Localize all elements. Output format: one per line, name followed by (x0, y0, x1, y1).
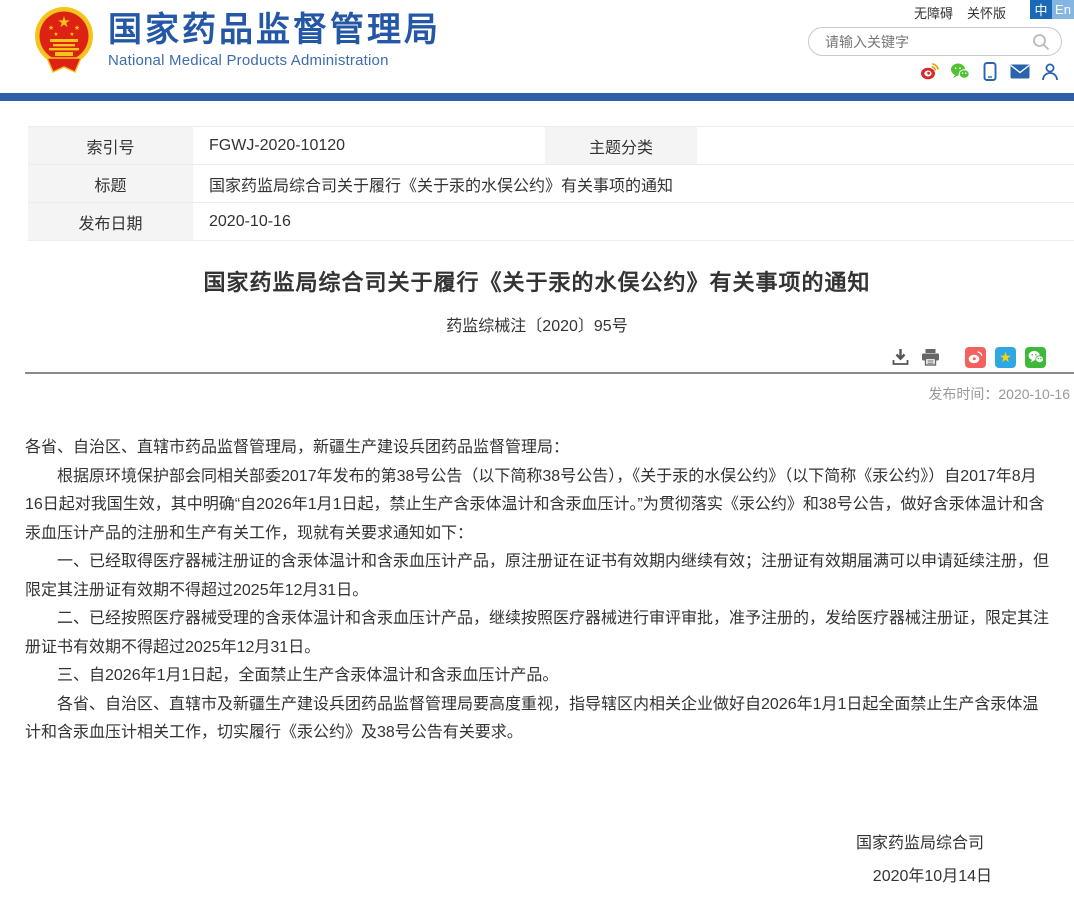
meta-value-index: FGWJ-2020-10120 (193, 127, 545, 165)
content-divider (25, 372, 1074, 374)
article-paragraph: 三、自2026年1月1日起，全面禁止生产含汞体温计和含汞血压计产品。 (25, 662, 1049, 691)
meta-label-topic: 主题分类 (545, 127, 697, 165)
meta-label-date: 发布日期 (28, 203, 193, 241)
search-input[interactable] (825, 34, 1031, 50)
mail-icon[interactable] (1010, 61, 1030, 81)
svg-text:★: ★ (53, 31, 58, 38)
table-row: 标题 国家药监局综合司关于履行《关于汞的水俣公约》有关事项的通知 (28, 165, 1074, 203)
signature-department: 国家药监局综合司 (0, 828, 1074, 860)
article-paragraph: 根据原环境保护部会同相关部委2017年发布的第38号公告（以下简称38号公告），… (25, 463, 1049, 549)
weibo-icon[interactable] (920, 61, 940, 81)
svg-text:★: ★ (74, 24, 80, 32)
brand: 国家药品监督管理局 National Medical Products Admi… (108, 11, 441, 69)
national-emblem-logo: ★ ★ ★ ★ ★ (33, 6, 95, 76)
wechat-icon[interactable] (950, 61, 970, 81)
user-icon[interactable] (1040, 61, 1060, 81)
meta-value-title: 国家药监局综合司关于履行《关于汞的水俣公约》有关事项的通知 (193, 165, 1074, 203)
download-icon[interactable] (890, 347, 911, 368)
top-utility-links: 无障碍 关怀版 中 En (914, 0, 1074, 22)
mobile-icon[interactable] (980, 61, 1000, 81)
header-divider-bar (0, 93, 1074, 101)
print-icon[interactable] (920, 347, 941, 368)
share-wechat-icon[interactable] (1025, 347, 1046, 368)
svg-text:★: ★ (69, 31, 74, 38)
document-meta-table: 索引号 FGWJ-2020-10120 主题分类 标题 国家药监局综合司关于履行… (28, 126, 1074, 241)
publish-time: 发布时间：2020-10-16 (0, 384, 1070, 404)
site-subtitle: National Medical Products Administration (108, 52, 441, 69)
publish-time-value: 2020-10-16 (998, 386, 1070, 402)
header-social-icons (920, 61, 1060, 81)
lang-zh-button[interactable]: 中 (1030, 0, 1052, 19)
share-qzone-icon[interactable]: ★ (995, 347, 1016, 368)
table-row: 发布日期 2020-10-16 (28, 203, 1074, 241)
article-salutation: 各省、自治区、直辖市药品监督管理局，新疆生产建设兵团药品监督管理局： (25, 434, 1049, 463)
site-header: ★ ★ ★ ★ ★ 国家药品监督管理局 National Medical Pro… (0, 0, 1074, 93)
search-icon[interactable] (1031, 32, 1051, 52)
care-version-link[interactable]: 关怀版 (967, 3, 1006, 22)
main-content: 索引号 FGWJ-2020-10120 主题分类 标题 国家药监局综合司关于履行… (0, 126, 1074, 908)
table-row: 索引号 FGWJ-2020-10120 主题分类 (28, 127, 1074, 165)
page-title: 国家药监局综合司关于履行《关于汞的水俣公约》有关事项的通知 (0, 265, 1074, 297)
meta-value-topic (697, 127, 1074, 165)
page: ★ ★ ★ ★ ★ 国家药品监督管理局 National Medical Pro… (0, 0, 1074, 908)
article-paragraph: 一、已经取得医疗器械注册证的含汞体温计和含汞血压计产品，原注册证在证书有效期内继… (25, 548, 1049, 605)
site-title: 国家药品监督管理局 (108, 11, 441, 49)
article-paragraph: 各省、自治区、直辖市及新疆生产建设兵团药品监督管理局要高度重视，指导辖区内相关企… (25, 691, 1049, 748)
signature-block: 国家药监局综合司 2020年10月14日 (0, 828, 1074, 908)
article-body: 各省、自治区、直辖市药品监督管理局，新疆生产建设兵团药品监督管理局： 根据原环境… (25, 434, 1049, 748)
document-number: 药监综械注〔2020〕95号 (0, 312, 1074, 336)
meta-label-title: 标题 (28, 165, 193, 203)
article-paragraph: 二、已经按照医疗器械受理的含汞体温计和含汞血压计产品，继续按照医疗器械进行审评审… (25, 605, 1049, 662)
meta-label-index: 索引号 (28, 127, 193, 165)
publish-time-label: 发布时间： (928, 386, 998, 402)
document-toolbar: ★ (0, 346, 1046, 368)
accessibility-link[interactable]: 无障碍 (914, 3, 953, 22)
svg-text:★: ★ (57, 14, 70, 31)
share-weibo-icon[interactable] (965, 347, 986, 368)
lang-en-button[interactable]: En (1052, 0, 1074, 19)
meta-value-date: 2020-10-16 (193, 203, 1074, 241)
search-box (808, 27, 1062, 56)
signature-date: 2020年10月14日 (0, 860, 1074, 894)
svg-text:★: ★ (48, 24, 54, 32)
